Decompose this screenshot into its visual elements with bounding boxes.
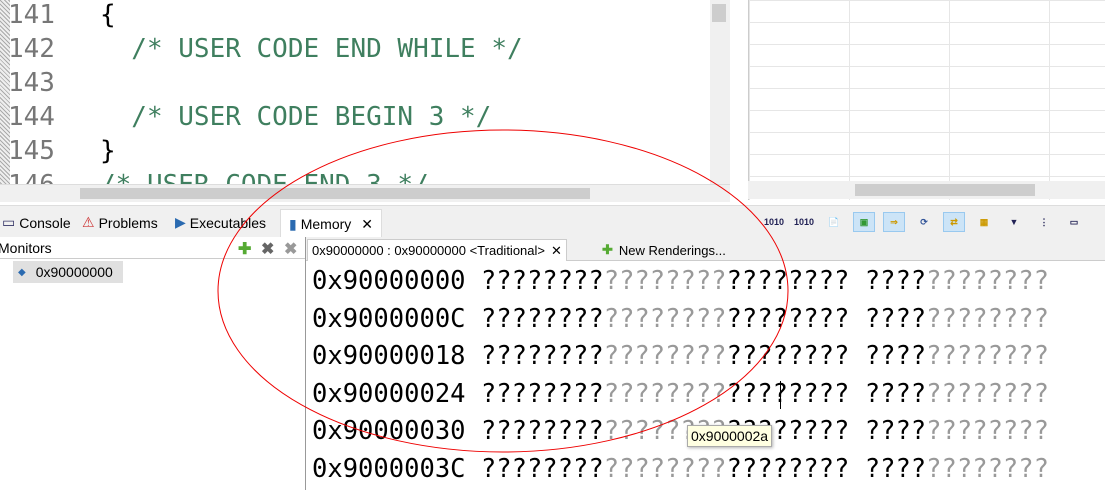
memory-cell[interactable]: ???????? xyxy=(604,454,727,484)
memory-row[interactable]: 0x90000018 ???????????????????????? ????… xyxy=(312,341,1049,371)
memory-row[interactable]: 0x9000003C ???????????????????????? ????… xyxy=(312,454,1049,484)
memory-address: 0x90000030 xyxy=(312,416,466,447)
tab-new-renderings[interactable]: ✚ New Renderings... xyxy=(598,239,730,261)
tab-traditional-rendering[interactable]: 0x90000000 : 0x90000000 <Traditional> ✕ xyxy=(307,239,567,261)
memory-rendering-pane: 0x90000000 : 0x90000000 <Traditional> ✕ ✚… xyxy=(305,237,1105,490)
memory-row[interactable]: 0x90000030 ???????????????????????? ????… xyxy=(312,416,1049,446)
monitors-pane: Monitors ✚ ✖ ✖ ◆ 0x90000000 xyxy=(0,237,305,490)
editor-vertical-scrollbar[interactable] xyxy=(710,0,730,184)
memory-cell[interactable]: ???????? xyxy=(926,416,1049,446)
toggle-split-icon[interactable]: ▣ xyxy=(853,212,875,232)
line-number: 145 xyxy=(8,136,55,166)
code-line: /* USER CODE END WHILE */ xyxy=(100,34,523,64)
code-line: { xyxy=(100,0,116,30)
sync-icon[interactable]: ⇄ xyxy=(943,212,965,232)
memory-address: 0x90000018 xyxy=(312,341,466,372)
memory-cell[interactable]: ???????? xyxy=(481,304,604,334)
view-menu-icon[interactable]: ▼ xyxy=(1003,212,1025,232)
line-number: 144 xyxy=(8,102,55,132)
monitor-item[interactable]: ◆ 0x90000000 xyxy=(13,261,123,283)
memory-cell[interactable]: ???????? xyxy=(481,266,604,296)
line-number: 143 xyxy=(8,68,55,98)
memory-cell[interactable]: ???? xyxy=(865,266,926,296)
memory-cell[interactable]: ???????? xyxy=(481,454,604,484)
memory-cell[interactable]: ???????? xyxy=(926,341,1049,371)
memory-address: 0x90000024 xyxy=(312,378,466,409)
executables-icon: ▶ xyxy=(175,214,186,230)
memory-toolbar: 1010 1010 📄 ▣ ⇒ ⟳ ⇄ ▦ ▼ ⋮ ▭ xyxy=(763,212,1085,232)
problems-icon: ⚠ xyxy=(82,214,95,230)
memory-cell[interactable]: ???????? xyxy=(727,266,850,296)
memory-cell[interactable]: ???????? xyxy=(604,304,727,334)
code-editor[interactable]: 141{142 /* USER CODE END WHILE */143 144 … xyxy=(0,0,740,184)
memory-row[interactable]: 0x90000024 ???????????????????????? ????… xyxy=(312,379,1049,409)
more-icon[interactable]: ⋮ xyxy=(1033,212,1055,232)
memory-cell[interactable]: ???????? xyxy=(926,379,1049,409)
monitors-header: Monitors ✚ ✖ ✖ xyxy=(0,237,305,259)
memory-address: 0x90000000 xyxy=(312,266,466,296)
new-tab-icon[interactable]: 📄 xyxy=(823,212,845,232)
text-cursor xyxy=(780,381,781,409)
minimize-icon[interactable]: ▭ xyxy=(1063,212,1085,232)
memory-row[interactable]: 0x9000000C ???????????????????????? ????… xyxy=(312,304,1049,334)
memory-icon: ▮ xyxy=(289,215,297,232)
memory-cell[interactable]: ???????? xyxy=(604,379,727,409)
add-icon: ✚ xyxy=(602,242,613,257)
editor-horizontal-scroll-thumb[interactable] xyxy=(80,188,590,199)
memory-cell[interactable]: ???????? xyxy=(727,454,850,484)
memory-address: 0x9000000C xyxy=(312,303,466,334)
memory-row[interactable]: 0x90000000 ???????????????????????? ????… xyxy=(312,266,1049,296)
line-number: 142 xyxy=(8,34,55,64)
remove-monitor-icon[interactable]: ✖ xyxy=(261,239,274,259)
tab-executables[interactable]: ▶ Executables xyxy=(175,214,266,231)
close-icon[interactable]: ✕ xyxy=(361,216,373,233)
tab-problems[interactable]: ⚠ Problems xyxy=(82,214,158,231)
memory-cell[interactable]: ???? xyxy=(865,379,926,409)
address-tooltip: 0x9000002a xyxy=(687,425,773,447)
line-number: 141 xyxy=(8,0,55,30)
line-number: 146 xyxy=(8,168,55,184)
memory-cell[interactable]: ???????? xyxy=(604,341,727,371)
switch-rendering-icon[interactable]: ⟳ xyxy=(913,212,935,232)
next-page-button[interactable]: 1010 xyxy=(793,212,815,232)
right-pane-scroll-thumb[interactable] xyxy=(855,184,1035,196)
editor-vertical-scroll-thumb[interactable] xyxy=(712,4,726,22)
right-pane xyxy=(748,0,1105,200)
code-line: } xyxy=(100,136,116,166)
memory-cell[interactable]: ???????? xyxy=(727,379,850,409)
memory-cell[interactable]: ???????? xyxy=(727,341,850,371)
code-line: /* USER CODE BEGIN 3 */ xyxy=(100,102,492,132)
add-monitor-icon[interactable]: ✚ xyxy=(238,239,251,259)
previous-page-button[interactable]: 1010 xyxy=(763,212,785,232)
memory-cell[interactable]: ???? xyxy=(865,454,926,484)
memory-cell[interactable]: ???? xyxy=(865,416,926,446)
memory-cell[interactable]: ???????? xyxy=(481,416,604,446)
bottom-tab-bar: ▭ Console ⚠ Problems ▶ Executables ▮ Memory ✕… xyxy=(0,205,1105,238)
memory-cell[interactable]: ???????? xyxy=(926,304,1049,334)
memory-cell[interactable]: ???????? xyxy=(926,454,1049,484)
memory-cell[interactable]: ???????? xyxy=(727,304,850,334)
memory-cell[interactable]: ???????? xyxy=(481,379,604,409)
memory-cell[interactable]: ???? xyxy=(865,304,926,334)
memory-cell[interactable]: ???? xyxy=(865,341,926,371)
layout-icon[interactable]: ▦ xyxy=(973,212,995,232)
memory-cell[interactable]: ???????? xyxy=(604,266,727,296)
monitor-icon: ◆ xyxy=(18,266,26,278)
memory-cell[interactable]: ???????? xyxy=(926,266,1049,296)
memory-cell[interactable]: ???????? xyxy=(481,341,604,371)
tab-console[interactable]: ▭ Console xyxy=(2,214,71,231)
close-icon[interactable]: ✕ xyxy=(551,243,562,259)
console-icon: ▭ xyxy=(2,214,16,230)
link-rendering-icon[interactable]: ⇒ xyxy=(883,212,905,232)
memory-address: 0x9000003C xyxy=(312,454,466,484)
tab-memory[interactable]: ▮ Memory ✕ xyxy=(280,209,383,238)
remove-all-monitors-icon[interactable]: ✖ xyxy=(284,239,297,259)
code-line: /* USER CODE END 3 */ xyxy=(100,168,429,184)
